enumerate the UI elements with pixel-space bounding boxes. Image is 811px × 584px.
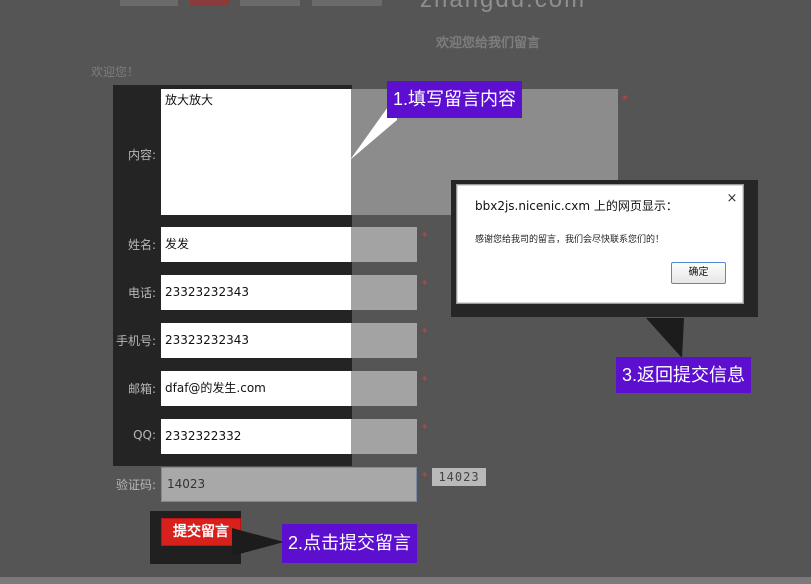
site-logo-mark bbox=[120, 0, 390, 8]
content-required-mark: * bbox=[622, 93, 628, 106]
qq-input[interactable]: 2332322332 bbox=[161, 419, 351, 454]
callout-3-pointer bbox=[646, 318, 684, 358]
submit-button[interactable]: 提交留言 bbox=[161, 518, 241, 546]
phone-input-tail bbox=[351, 275, 417, 310]
page-title: 欢迎您给我们留言 bbox=[436, 36, 541, 51]
alert-dialog: bbx2js.nicenic.cxm 上的网页显示： × 感谢您给我司的留言，我… bbox=[456, 184, 744, 304]
name-input[interactable]: 发发 bbox=[161, 227, 351, 262]
captcha-image[interactable]: 14023 bbox=[432, 468, 486, 486]
close-icon[interactable]: × bbox=[725, 192, 739, 206]
dialog-title: bbx2js.nicenic.cxm 上的网页显示： bbox=[475, 199, 678, 213]
mobile-required-mark: * bbox=[422, 326, 428, 339]
qq-label: QQ: bbox=[133, 428, 156, 442]
mobile-input-tail bbox=[351, 323, 417, 358]
welcome-text: 欢迎您！ bbox=[91, 65, 140, 79]
name-label: 姓名: bbox=[127, 238, 156, 252]
mobile-input[interactable]: 23323232343 bbox=[161, 323, 351, 358]
content-textarea[interactable]: 放大放大 bbox=[161, 89, 351, 215]
email-required-mark: * bbox=[422, 374, 428, 387]
callout-2-pointer bbox=[232, 528, 284, 556]
callout-step-2: 2.点击提交留言 bbox=[282, 524, 418, 563]
dialog-message: 感谢您给我司的留言，我们会尽快联系您们的！ bbox=[475, 235, 665, 245]
footer-strip bbox=[0, 577, 811, 584]
callout-step-1: 1.填写留言内容 bbox=[387, 81, 523, 118]
phone-label: 电话: bbox=[127, 286, 156, 300]
callout-step-3: 3.返回提交信息 bbox=[616, 357, 752, 393]
phone-input[interactable]: 23323232343 bbox=[161, 275, 351, 310]
site-logo-text: zhangdu.com bbox=[420, 0, 586, 14]
email-input-tail bbox=[351, 371, 417, 406]
email-input[interactable]: dfaf@的发生.com bbox=[161, 371, 351, 406]
qq-input-tail bbox=[351, 419, 417, 454]
name-required-mark: * bbox=[422, 230, 428, 243]
mobile-label: 手机号: bbox=[115, 334, 156, 348]
name-input-tail bbox=[351, 227, 417, 262]
dialog-ok-button[interactable]: 确定 bbox=[671, 262, 726, 284]
captcha-required-mark: * bbox=[422, 470, 428, 483]
phone-required-mark: * bbox=[422, 278, 428, 291]
content-label: 内容: bbox=[127, 148, 156, 162]
qq-required-mark: * bbox=[422, 422, 428, 435]
captcha-label: 验证码: bbox=[115, 478, 156, 492]
captcha-input[interactable]: 14023 bbox=[161, 467, 417, 502]
email-label: 邮箱: bbox=[127, 382, 156, 396]
